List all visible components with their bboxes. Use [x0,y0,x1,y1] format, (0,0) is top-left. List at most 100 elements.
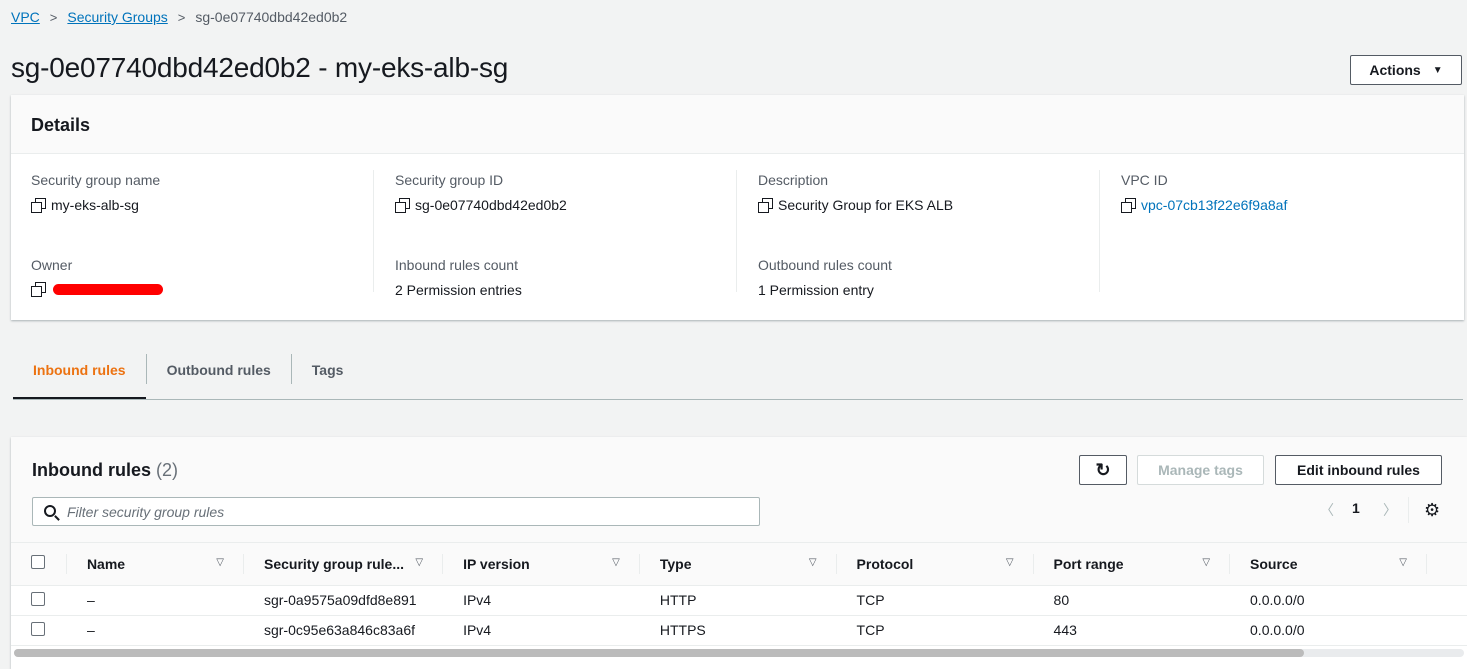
inbound-count-field: Inbound rules count 2 Permission entries [395,257,522,298]
cell-type: HTTPS [639,615,837,646]
row-checkbox[interactable] [31,591,45,606]
breadcrumb: VPC > Security Groups > sg-0e07740dbd42e… [11,9,347,25]
sg-id-label: Security group ID [395,172,504,188]
chevron-right-icon: > [177,9,186,25]
chevron-right-icon[interactable]: 〉 [1383,500,1397,520]
refresh-button[interactable]: ↻ [1079,455,1127,485]
tab-inbound-rules[interactable]: Inbound rules [13,352,146,399]
caret-down-icon: ▼ [1432,64,1443,76]
cell-port-range: 443 [1033,615,1231,646]
cell-ip-version: IPv4 [443,585,640,616]
outbound-count-value: 1 Permission entry [758,282,874,298]
column-protocol[interactable]: Protocol ▽ [836,543,1034,586]
sg-name-value: my-eks-alb-sg [51,197,139,213]
column-source[interactable]: Source ▽ [1230,543,1427,586]
actions-button[interactable]: Actions ▼ [1350,55,1462,85]
vpc-id-link[interactable]: vpc-07cb13f22e6f9a8af [1141,197,1287,213]
copy-icon[interactable] [1121,198,1136,213]
sg-id-field: Security group ID sg-0e07740dbd42ed0b2 [395,172,567,213]
chevron-right-icon: > [49,9,58,25]
select-all-checkbox[interactable] [31,555,45,570]
cell-rule-id: sgr-0a9575a09dfd8e891 [243,585,444,616]
table-header-row: Name ▽ Security group rule... ▽ IP version… [11,543,1467,586]
table-row[interactable]: – sgr-0c95e63a846c83a6f IPv4 HTTPS TCP 4… [11,615,1467,646]
column-type[interactable]: Type ▽ [639,543,837,586]
cell-protocol: TCP [836,615,1034,646]
breadcrumb-current: sg-0e07740dbd42ed0b2 [195,9,348,25]
divider [1099,170,1100,292]
breadcrumb-security-groups[interactable]: Security Groups [67,9,167,25]
sg-name-label: Security group name [31,172,161,188]
rules-header [11,437,1467,543]
divider [373,170,374,292]
column-ip-version[interactable]: IP version ▽ [443,543,640,586]
copy-icon[interactable] [758,198,773,213]
sort-icon: ▽ [216,557,224,568]
tab-outbound-rules[interactable]: Outbound rules [147,352,291,399]
column-name[interactable]: Name ▽ [66,543,244,586]
owner-label: Owner [31,257,73,273]
copy-icon[interactable] [395,198,410,213]
filter-placeholder: Filter security group rules [67,503,225,520]
actions-label: Actions [1369,62,1421,78]
divider [736,170,737,292]
sort-icon: ▽ [1005,557,1014,568]
cell-port-range: 80 [1033,585,1231,616]
sg-name-field: Security group name my-eks-alb-sg [31,172,160,213]
sort-icon: ▽ [1202,557,1211,568]
sort-icon: ▽ [808,557,817,568]
details-title: Details [11,95,1464,154]
cell-source: 0.0.0.0/0 [1230,615,1427,646]
inbound-count-label: Inbound rules count [395,257,518,273]
column-spacer [1427,543,1467,586]
column-port-range[interactable]: Port range ▽ [1033,543,1231,586]
search-icon [44,505,56,517]
inbound-rules-panel: Inbound rules (2) ↻ Manage tags Edit inb… [11,437,1467,669]
rules-table: Name ▽ Security group rule... ▽ IP version… [11,543,1467,646]
copy-icon[interactable] [31,282,46,297]
manage-tags-button: Manage tags [1137,455,1264,485]
cell-protocol: TCP [836,585,1034,616]
outbound-count-label: Outbound rules count [758,257,892,273]
cell-type: HTTP [639,585,837,616]
cell-name: – [66,615,244,646]
vpc-id-label: VPC ID [1121,172,1168,188]
cell-ip-version: IPv4 [443,615,640,646]
inbound-count-value: 2 Permission entries [395,282,522,298]
cell-rule-id: sgr-0c95e63a846c83a6f [243,615,444,646]
sort-icon: ▽ [415,557,424,568]
column-rule-id[interactable]: Security group rule... ▽ [243,543,444,586]
cell-source: 0.0.0.0/0 [1230,585,1427,616]
breadcrumb-vpc[interactable]: VPC [11,9,40,25]
vpc-id-field: VPC ID vpc-07cb13f22e6f9a8af [1121,172,1287,213]
tab-tags[interactable]: Tags [292,352,364,399]
select-all-header [11,543,67,586]
description-label: Description [758,172,829,188]
copy-icon[interactable] [31,198,46,213]
owner-field: Owner [31,257,163,297]
owner-redaction [53,283,163,295]
description-field: Description Security Group for EKS ALB [758,172,953,213]
cell-name: – [66,585,244,616]
tab-bar: Inbound rules Outbound rules Tags [13,352,1463,400]
sort-icon: ▽ [612,557,620,568]
description-value: Security Group for EKS ALB [778,197,954,213]
rules-count: (2) [156,460,179,480]
rules-title-text: Inbound rules [32,460,151,480]
horizontal-scrollbar[interactable] [14,649,1304,657]
sort-icon: ▽ [1399,557,1407,568]
page-title: sg-0e07740dbd42ed0b2 - my-eks-alb-sg [11,52,509,83]
chevron-left-icon[interactable]: 〈 [1320,500,1334,520]
search-input[interactable]: Filter security group rules [32,497,760,526]
sg-id-value: sg-0e07740dbd42ed0b2 [415,197,567,213]
gear-icon[interactable]: ⚙ [1424,501,1442,519]
pager-divider [1408,497,1409,523]
table-row[interactable]: – sgr-0a9575a09dfd8e891 IPv4 HTTP TCP 80… [11,585,1467,616]
rules-title: Inbound rules (2) [32,460,178,481]
row-checkbox[interactable] [31,621,45,636]
page-number[interactable]: 1 [1352,500,1360,516]
edit-inbound-rules-button[interactable]: Edit inbound rules [1275,455,1442,485]
refresh-icon: ↻ [1095,459,1111,480]
outbound-count-field: Outbound rules count 1 Permission entry [758,257,892,298]
details-panel: Details Security group name my-eks-alb-s… [11,95,1464,320]
